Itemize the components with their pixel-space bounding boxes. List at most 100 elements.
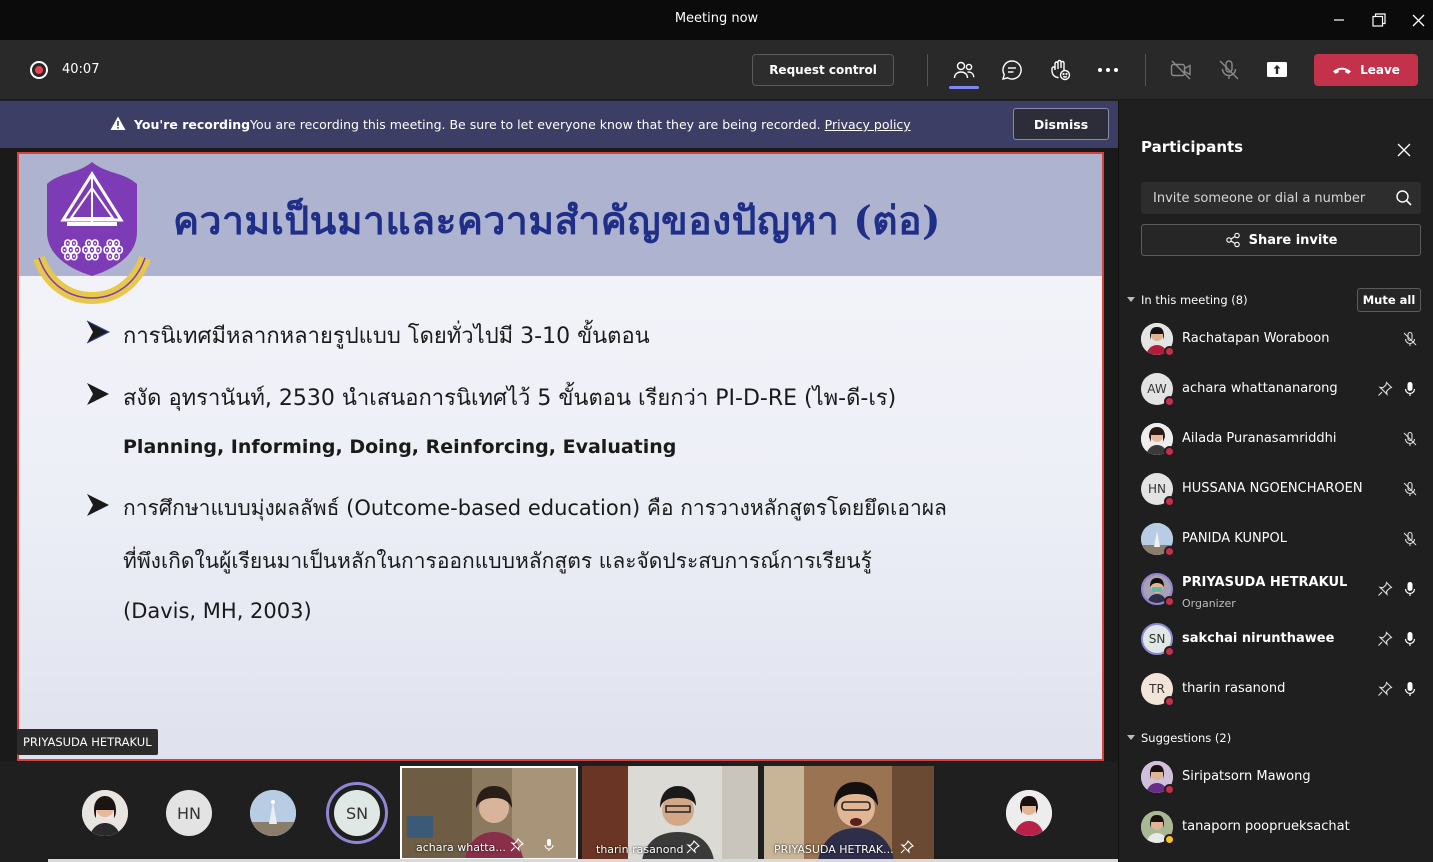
- pin-icon[interactable]: [1377, 381, 1393, 397]
- mic-icon: [544, 839, 554, 851]
- participant-avatar-hn[interactable]: HN: [166, 790, 212, 836]
- chat-icon[interactable]: [998, 56, 1026, 84]
- meeting-timer: 40:07: [62, 62, 100, 77]
- share-screen-icon[interactable]: [1262, 55, 1292, 85]
- meeting-stage: ꙮꙮꙮ ความเป็นมาและความสำคัญของปัญหา (ต่อ)…: [0, 148, 1118, 762]
- recording-icon: [30, 61, 48, 79]
- share-icon: [1225, 232, 1240, 248]
- participant-row[interactable]: SN sakchai nirunthawee: [1119, 614, 1433, 664]
- title-bar: Meeting now: [0, 0, 1433, 40]
- suggestions-label: Suggestions (2): [1141, 731, 1232, 745]
- avatar-initials: TR: [1149, 682, 1165, 696]
- participant-name: Siripatsorn Mawong: [1182, 769, 1311, 784]
- slide-title: ความเป็นมาและความสำคัญของปัญหา (ต่อ): [173, 198, 942, 244]
- participant-name: HUSSANA NGOENCHAROEN: [1182, 481, 1363, 496]
- presence-status: [1164, 446, 1175, 457]
- share-invite-label: Share invite: [1248, 232, 1338, 248]
- invite-input[interactable]: [1141, 182, 1421, 214]
- participant-avatar-sn[interactable]: SN: [334, 790, 380, 836]
- presence-status: [1164, 396, 1175, 407]
- recording-banner: You're recording You are recording this …: [0, 101, 1118, 148]
- participant-row[interactable]: PANIDA KUNPOL: [1119, 514, 1433, 564]
- dismiss-button[interactable]: Dismiss: [1013, 108, 1109, 140]
- participant-row[interactable]: Rachatapan Woraboon: [1119, 314, 1433, 364]
- leave-label: Leave: [1360, 63, 1400, 77]
- leave-button[interactable]: Leave: [1314, 54, 1418, 86]
- toolbar-divider: [1145, 54, 1146, 86]
- pin-icon[interactable]: [1377, 631, 1393, 647]
- mic-on-icon[interactable]: [1402, 581, 1418, 597]
- request-control-button[interactable]: Request control: [752, 54, 894, 86]
- meeting-toolbar: 40:07 Request control Leave: [0, 40, 1433, 100]
- hang-up-icon: [1333, 67, 1352, 74]
- video-label: achara whatta...: [416, 841, 506, 854]
- share-invite-button[interactable]: Share invite: [1141, 224, 1421, 256]
- svg-text:ꙮꙮꙮ: ꙮꙮꙮ: [60, 237, 123, 262]
- pin-icon[interactable]: [510, 838, 524, 852]
- mute-all-button[interactable]: Mute all: [1357, 288, 1421, 312]
- active-tab-indicator: [949, 86, 979, 89]
- more-options-icon[interactable]: [1094, 56, 1122, 84]
- minimize-icon[interactable]: [1327, 8, 1351, 32]
- mic-on-icon[interactable]: [1402, 681, 1418, 697]
- video-label: tharin rasanond: [596, 843, 684, 856]
- mic-on-icon[interactable]: [1402, 381, 1418, 397]
- participant-avatar-photo[interactable]: [82, 790, 128, 836]
- arrow-bullet-icon: [86, 320, 111, 344]
- participant-row[interactable]: HN HUSSANA NGOENCHAROEN: [1119, 464, 1433, 514]
- video-tile-priyasuda[interactable]: PRIYASUDA HETRAK...: [764, 766, 934, 860]
- mic-on-icon[interactable]: [1402, 631, 1418, 647]
- participant-role: Organizer: [1182, 597, 1236, 610]
- mic-off-icon[interactable]: [1402, 431, 1418, 447]
- mic-off-icon[interactable]: [1402, 531, 1418, 547]
- mic-off-icon[interactable]: [1402, 331, 1418, 347]
- avatar-initials: HN: [1148, 482, 1166, 496]
- close-window-icon[interactable]: [1406, 8, 1430, 32]
- slide-bullet-3-line-3: (Davis, MH, 2003): [123, 599, 312, 623]
- participant-row[interactable]: Ailada Puranasamriddhi: [1119, 414, 1433, 464]
- mic-off-icon[interactable]: [1402, 481, 1418, 497]
- video-tile-achara[interactable]: achara whatta...: [400, 766, 578, 860]
- search-icon[interactable]: [1395, 189, 1413, 207]
- slide-bullet-3-line-2: ที่พึงเกิดในผู้เรียนมาเป็นหลักในการออกแบ…: [123, 549, 872, 573]
- warning-icon: [110, 116, 126, 130]
- participant-row[interactable]: AW achara whattananarong: [1119, 364, 1433, 414]
- suggestions-section-toggle[interactable]: Suggestions (2): [1127, 731, 1231, 745]
- shared-slide: ꙮꙮꙮ ความเป็นมาและความสำคัญของปัญหา (ต่อ)…: [17, 152, 1104, 761]
- participant-row[interactable]: PRIYASUDA HETRAKUL Organizer: [1119, 564, 1433, 614]
- recording-label: You're recording: [134, 117, 251, 132]
- window-title: Meeting now: [674, 11, 759, 26]
- recording-message-text: You are recording this meeting. Be sure …: [250, 117, 821, 132]
- presence-status: [1164, 834, 1175, 845]
- pin-icon[interactable]: [1377, 581, 1393, 597]
- participant-name: PRIYASUDA HETRAKUL: [1182, 575, 1348, 590]
- participant-avatar-photo[interactable]: [250, 790, 296, 836]
- mic-off-icon[interactable]: [1215, 56, 1243, 84]
- camera-off-icon[interactable]: [1167, 56, 1195, 84]
- suggested-participant-row[interactable]: tanaporn pooprueksachat: [1119, 802, 1433, 852]
- close-panel-icon[interactable]: [1395, 141, 1413, 159]
- teams-meeting-window: Meeting now 40:07 Request control Leave …: [0, 0, 1433, 862]
- participants-panel: Participants Share invite In this meetin…: [1118, 101, 1433, 862]
- participant-name: sakchai nirunthawee: [1182, 631, 1335, 646]
- reactions-icon[interactable]: [1046, 56, 1074, 84]
- avatar-initials: AW: [1147, 382, 1167, 396]
- self-view-avatar[interactable]: [1006, 790, 1052, 836]
- restore-icon[interactable]: [1367, 8, 1391, 32]
- participant-name: achara whattananarong: [1182, 381, 1338, 396]
- participants-icon[interactable]: [950, 56, 978, 84]
- video-strip: HN SN achara whatta... tharin rasanond P…: [0, 762, 1118, 862]
- slide-bullet-3-line-1: การศึกษาแบบมุ่งผลลัพธ์ (Outcome-based ed…: [123, 496, 947, 520]
- active-speaker-ring: SN: [326, 782, 388, 844]
- privacy-policy-link[interactable]: Privacy policy: [825, 117, 911, 132]
- pin-icon[interactable]: [900, 840, 914, 854]
- suggested-participant-row[interactable]: Siripatsorn Mawong: [1119, 752, 1433, 802]
- arrow-bullet-icon: [87, 383, 109, 405]
- in-meeting-section-toggle[interactable]: In this meeting (8): [1127, 293, 1248, 307]
- participant-row[interactable]: TR tharin rasanond: [1119, 664, 1433, 714]
- presenter-name-tag: PRIYASUDA HETRAKUL: [17, 729, 158, 755]
- pin-icon[interactable]: [686, 840, 700, 854]
- slide-bullet-2: สงัด อุทรานันท์, 2530 นำเสนอการนิเทศไว้ …: [123, 386, 897, 411]
- video-tile-tharin[interactable]: tharin rasanond: [582, 766, 758, 860]
- pin-icon[interactable]: [1377, 681, 1393, 697]
